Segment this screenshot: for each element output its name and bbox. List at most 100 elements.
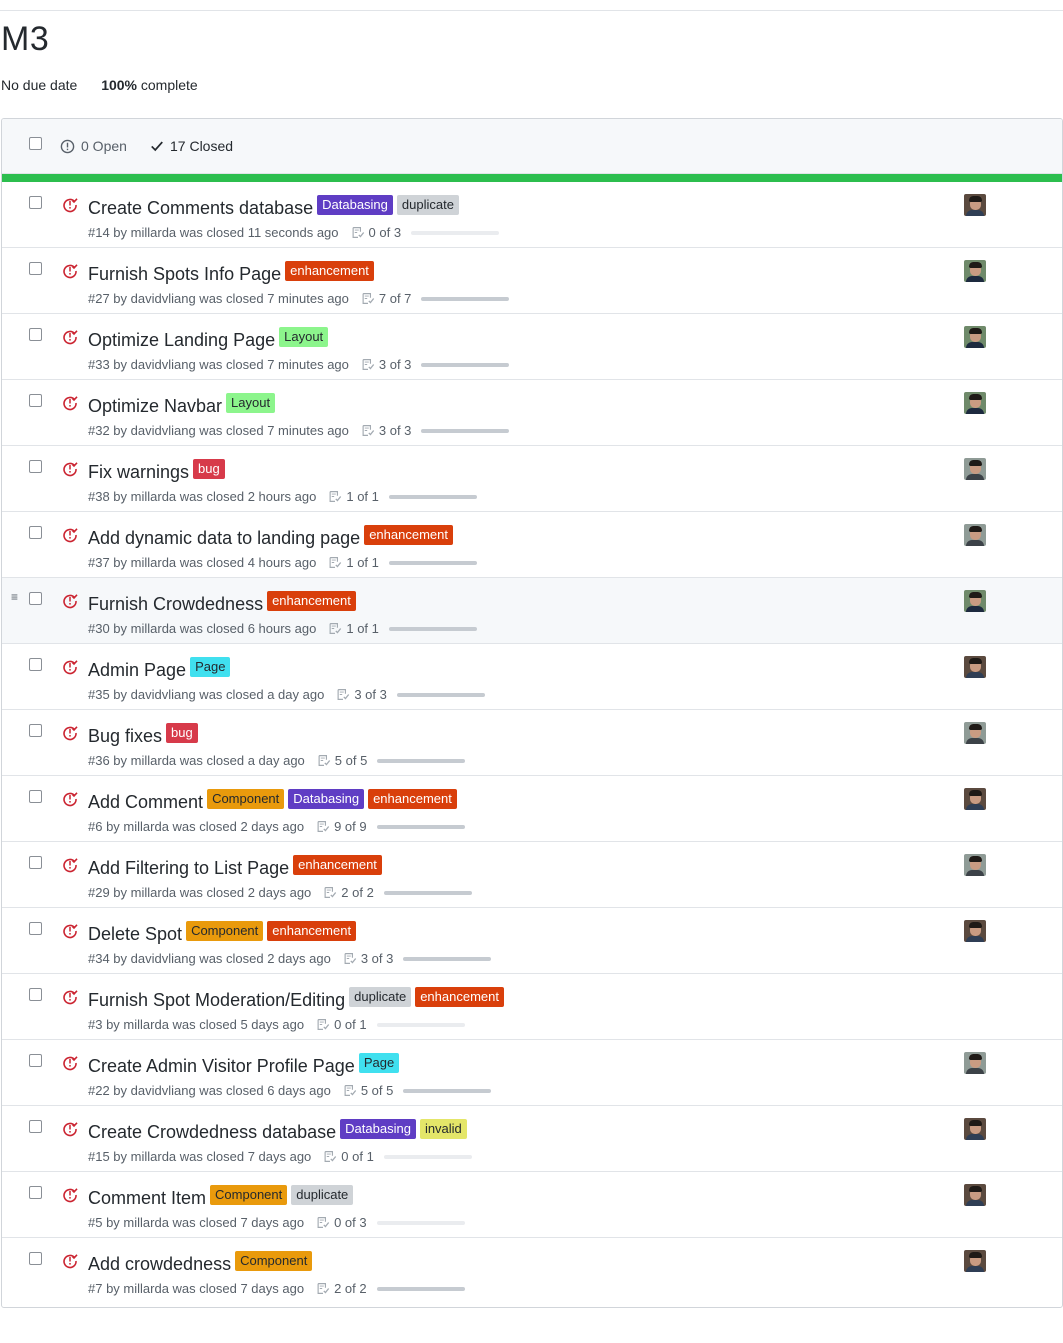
issue-checkbox[interactable] bbox=[29, 856, 42, 869]
issue-row[interactable]: Create Comments database Databasing duplic… bbox=[2, 182, 1062, 248]
issue-title-link[interactable]: Furnish Spots Info Page bbox=[88, 264, 281, 285]
issue-label-databasing[interactable]: Databasing bbox=[317, 194, 393, 215]
issue-title-link[interactable]: Add crowdedness bbox=[88, 1254, 231, 1275]
assignee-avatar[interactable] bbox=[964, 1250, 986, 1272]
issue-row[interactable]: Add crowdedness Component #7 by millarda w… bbox=[2, 1238, 1062, 1304]
issue-label-component[interactable]: Component bbox=[186, 920, 264, 941]
issue-label-layout[interactable]: Layout bbox=[279, 326, 329, 347]
issue-label-enhancement[interactable]: enhancement bbox=[368, 788, 457, 809]
issue-row[interactable]: Furnish Spot Moderation/Editing duplicate… bbox=[2, 974, 1062, 1040]
issue-row[interactable]: Furnish Spots Info Page enhancement #27 by… bbox=[2, 248, 1062, 314]
issue-title-link[interactable]: Add Comment bbox=[88, 792, 203, 813]
issue-label-enhancement[interactable]: enhancement bbox=[415, 986, 504, 1007]
assignee-avatar[interactable] bbox=[964, 1118, 986, 1140]
issue-row[interactable]: Admin Page Page #35 by davidvliang was clo… bbox=[2, 644, 1062, 710]
issue-row[interactable]: Bug fixes bug #36 by millarda was closed a… bbox=[2, 710, 1062, 776]
issue-title-link[interactable]: Admin Page bbox=[88, 660, 186, 681]
issue-checkbox[interactable] bbox=[29, 394, 42, 407]
issue-checkbox[interactable] bbox=[29, 790, 42, 803]
issue-title-link[interactable]: Create Crowdedness database bbox=[88, 1122, 336, 1143]
issue-checkbox[interactable] bbox=[29, 526, 42, 539]
issue-checkbox[interactable] bbox=[29, 1054, 42, 1067]
issue-label-databasing[interactable]: Databasing bbox=[340, 1118, 416, 1139]
issue-row[interactable]: Comment Item Component duplicate #5 by mill… bbox=[2, 1172, 1062, 1238]
assignee-avatar[interactable] bbox=[964, 392, 986, 414]
closed-filter[interactable]: 17 Closed bbox=[150, 138, 233, 154]
issue-row[interactable]: Optimize Landing Page Layout #33 by davidv… bbox=[2, 314, 1062, 380]
issue-label-bug[interactable]: bug bbox=[166, 722, 198, 743]
issue-row[interactable]: Delete Spot Component enhancement #34 by da… bbox=[2, 908, 1062, 974]
issue-row[interactable]: Fix warnings bug #38 by millarda was close… bbox=[2, 446, 1062, 512]
issue-title-link[interactable]: Create Admin Visitor Profile Page bbox=[88, 1056, 355, 1077]
issue-title-link[interactable]: Delete Spot bbox=[88, 924, 182, 945]
assignee-avatar[interactable] bbox=[964, 260, 986, 282]
issue-row[interactable]: Optimize Navbar Layout #32 by davidvliang … bbox=[2, 380, 1062, 446]
issue-checkbox[interactable] bbox=[29, 460, 42, 473]
assignee-avatar[interactable] bbox=[964, 1184, 986, 1206]
assignee-avatar[interactable] bbox=[964, 194, 986, 216]
task-progress: 9 of 9 bbox=[316, 819, 465, 834]
issue-row[interactable]: ≡ Furnish Crowdedness enhancement #30 by mi… bbox=[2, 578, 1062, 644]
assignee-avatar[interactable] bbox=[964, 722, 986, 744]
issue-label-bug[interactable]: bug bbox=[193, 458, 225, 479]
issue-title-link[interactable]: Furnish Spot Moderation/Editing bbox=[88, 990, 345, 1011]
issue-checkbox[interactable] bbox=[29, 922, 42, 935]
select-all-checkbox[interactable] bbox=[29, 137, 42, 150]
issue-row[interactable]: Add dynamic data to landing page enhancem… bbox=[2, 512, 1062, 578]
task-progress-bar bbox=[403, 956, 492, 961]
issue-checkbox[interactable] bbox=[29, 1120, 42, 1133]
issue-checkbox[interactable] bbox=[29, 724, 42, 737]
issue-title-link[interactable]: Optimize Landing Page bbox=[88, 330, 275, 351]
issue-checkbox[interactable] bbox=[29, 1186, 42, 1199]
issue-checkbox[interactable] bbox=[29, 328, 42, 341]
assignee-avatar[interactable] bbox=[964, 656, 986, 678]
assignee-avatar[interactable] bbox=[964, 524, 986, 546]
issue-meta-line: #27 by davidvliang was closed 7 minutes … bbox=[88, 291, 510, 306]
issue-label-duplicate[interactable]: duplicate bbox=[396, 194, 459, 215]
issue-label-enhancement[interactable]: enhancement bbox=[293, 854, 382, 875]
issue-checkbox[interactable] bbox=[29, 1252, 42, 1265]
issue-checkbox[interactable] bbox=[29, 196, 42, 209]
issue-label-databasing[interactable]: Databasing bbox=[288, 788, 365, 809]
issue-label-page[interactable]: Page bbox=[190, 656, 231, 677]
issue-label-enhancement[interactable]: enhancement bbox=[267, 920, 357, 941]
issue-label-layout[interactable]: Layout bbox=[226, 392, 276, 413]
issue-label-component[interactable]: Component bbox=[207, 788, 285, 809]
assignee-avatar[interactable] bbox=[964, 920, 986, 942]
assignee-avatar[interactable] bbox=[964, 788, 986, 810]
issue-row[interactable]: Add Comment Component Databasing enhancemen… bbox=[2, 776, 1062, 842]
issue-row[interactable]: Add Filtering to List Page enhancement #29… bbox=[2, 842, 1062, 908]
issue-label-duplicate[interactable]: duplicate bbox=[349, 986, 412, 1007]
issue-label-component[interactable]: Component bbox=[210, 1184, 288, 1205]
assignee-avatar[interactable] bbox=[964, 326, 986, 348]
assignee-avatar[interactable] bbox=[964, 590, 986, 612]
open-filter[interactable]: 0 Open bbox=[60, 138, 127, 154]
issue-label-enhancement[interactable]: enhancement bbox=[285, 260, 374, 281]
issue-checkbox[interactable] bbox=[29, 262, 42, 275]
issue-checkbox[interactable] bbox=[29, 592, 42, 605]
issue-checkbox[interactable] bbox=[29, 988, 42, 1001]
task-count: 2 of 2 bbox=[334, 1281, 367, 1296]
issue-checkbox[interactable] bbox=[29, 658, 42, 671]
issue-meta-line: #37 by millarda was closed 4 hours ago 1 … bbox=[88, 555, 477, 570]
issue-title-link[interactable]: Add Filtering to List Page bbox=[88, 858, 289, 879]
issue-title-link[interactable]: Furnish Crowdedness bbox=[88, 594, 263, 615]
issue-row[interactable]: Create Crowdedness database Databasing inv… bbox=[2, 1106, 1062, 1172]
issue-label-enhancement[interactable]: enhancement bbox=[267, 590, 356, 611]
assignee-avatar[interactable] bbox=[964, 1052, 986, 1074]
issue-title-link[interactable]: Add dynamic data to landing page bbox=[88, 528, 360, 549]
issue-label-component[interactable]: Component bbox=[235, 1250, 313, 1271]
issue-label-enhancement[interactable]: enhancement bbox=[364, 524, 453, 545]
assignee-avatar[interactable] bbox=[964, 458, 986, 480]
issue-title-link[interactable]: Bug fixes bbox=[88, 726, 162, 747]
issue-label-duplicate[interactable]: duplicate bbox=[291, 1184, 354, 1205]
issue-title-link[interactable]: Create Comments database bbox=[88, 198, 313, 219]
assignee-avatar[interactable] bbox=[964, 854, 986, 876]
issue-row[interactable]: Create Admin Visitor Profile Page Page #22… bbox=[2, 1040, 1062, 1106]
issue-title-link[interactable]: Optimize Navbar bbox=[88, 396, 222, 417]
issue-title-link[interactable]: Fix warnings bbox=[88, 462, 189, 483]
issue-title-link[interactable]: Comment Item bbox=[88, 1188, 206, 1209]
drag-handle-icon[interactable]: ≡ bbox=[11, 590, 18, 604]
issue-label-page[interactable]: Page bbox=[358, 1052, 400, 1073]
issue-label-invalid[interactable]: invalid bbox=[419, 1118, 467, 1139]
